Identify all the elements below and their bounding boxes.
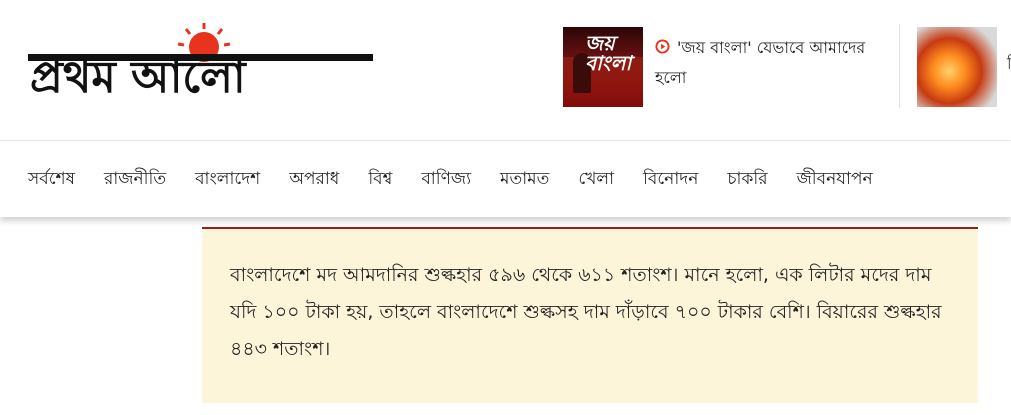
story-thumbnail[interactable]: জয় বাংলা: [563, 27, 643, 107]
logo-text: প্রথম আলো: [30, 52, 248, 100]
story-headline-clipped[interactable]: বি: [1007, 51, 1011, 78]
nav-item-sports[interactable]: খেলা: [578, 165, 614, 193]
article-highlight-text: বাংলাদেশে মদ আমদানির শুল্কহার ৫৯৬ থেকে ৬…: [230, 264, 942, 360]
nav-item-politics[interactable]: রাজনীতি: [104, 165, 166, 193]
featured-story-2[interactable]: বি: [917, 27, 1011, 107]
nav-item-crime[interactable]: অপরাধ: [289, 165, 339, 193]
nav-item-lifestyle[interactable]: জীবনযাপন: [797, 165, 873, 193]
main-navigation: সর্বশেষ রাজনীতি বাংলাদেশ অপরাধ বিশ্ব বাণ…: [0, 140, 1011, 217]
logo-graphic: প্রথম আলো: [28, 23, 373, 103]
thumbnail-title: জয় বাংলা: [585, 31, 632, 75]
nav-item-opinion[interactable]: মতামত: [500, 165, 549, 193]
vertical-divider: [899, 24, 900, 108]
nav-item-latest[interactable]: সর্বশেষ: [28, 165, 75, 193]
site-logo[interactable]: প্রথম আলো: [28, 20, 373, 103]
nav-item-bangladesh[interactable]: বাংলাদেশ: [195, 165, 260, 193]
nav-item-world[interactable]: বিশ্ব: [368, 165, 392, 193]
headline-text: 'জয় বাংলা' যেভাবে আমাদের হলো: [655, 38, 866, 87]
nav-item-entertainment[interactable]: বিনোদন: [643, 165, 698, 193]
story-thumbnail[interactable]: [917, 27, 997, 107]
article-highlight-box: বাংলাদেশে মদ আমদানির শুল্কহার ৫৯৬ থেকে ৬…: [202, 227, 978, 403]
story-headline[interactable]: 'জয় বাংলা' যেভাবে আমাদের হলো: [655, 33, 885, 93]
featured-story-1[interactable]: জয় বাংলা 'জয় বাংলা' যেভাবে আমাদের হলো: [563, 27, 893, 107]
nav-item-commerce[interactable]: বাণিজ্য: [421, 165, 471, 193]
site-header: প্রথম আলো জয় বাংলা 'জয় বাংলা' যেভাবে আ…: [0, 0, 1011, 140]
nav-item-jobs[interactable]: চাকরি: [727, 165, 767, 193]
